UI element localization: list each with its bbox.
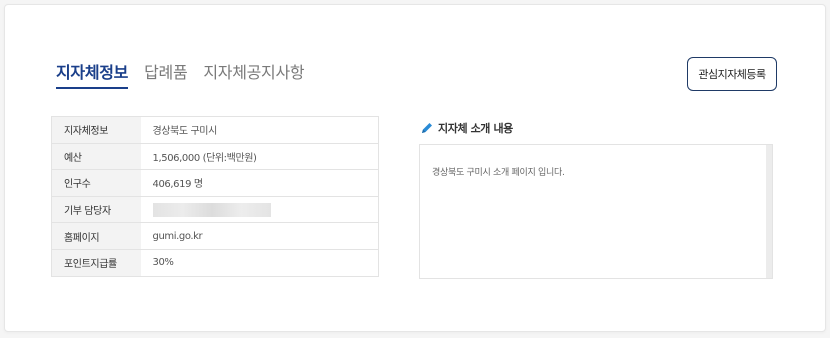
row-label: 인구수 <box>51 169 141 197</box>
row-value: gumi.go.kr <box>140 222 379 250</box>
table-row: 포인트지급률 30% <box>51 249 379 277</box>
tab-gifts[interactable]: 답례품 <box>144 63 188 89</box>
row-value: 30% <box>152 257 174 269</box>
intro-content-box[interactable]: 경상북도 구미시 소개 페이지 입니다. <box>419 144 773 279</box>
tab-region-info[interactable]: 지자체정보 <box>56 63 128 89</box>
row-label: 홈페이지 <box>51 222 141 250</box>
row-label: 기부 담당자 <box>51 196 141 224</box>
table-row: 예산 1,506,000 (단위:백만원) <box>51 143 379 171</box>
table-row: 홈페이지 gumi.go.kr <box>51 222 379 250</box>
intro-text: 경상북도 구미시 소개 페이지 입니다. <box>432 168 565 178</box>
row-value: 경상북도 구미시 <box>140 116 379 144</box>
intro-heading: 지자체 소개 내용 <box>420 120 513 136</box>
table-row: 인구수 406,619 명 <box>51 169 379 197</box>
add-favorite-region-button[interactable]: 관심지자체등록 <box>687 57 777 91</box>
pencil-icon <box>422 123 432 133</box>
redacted-contact <box>152 202 271 217</box>
row-value: 1,506,000 (단위:백만원) <box>140 143 379 171</box>
intro-heading-text: 지자체 소개 내용 <box>438 122 513 135</box>
table-row: 기부 담당자 <box>51 196 379 224</box>
tab-notices[interactable]: 지자체공지사항 <box>203 63 304 89</box>
row-label: 포인트지급률 <box>51 249 141 277</box>
tab-bar: 지자체정보 답례품 지자체공지사항 <box>56 63 320 89</box>
row-value <box>140 196 379 224</box>
region-info-table: 지자체정보 경상북도 구미시 예산 1,506,000 (단위:백만원) 인구수… <box>51 116 379 277</box>
row-label: 지자체정보 <box>51 116 141 144</box>
row-value: 406,619 명 <box>140 169 379 197</box>
scrollbar[interactable] <box>766 145 772 278</box>
table-row: 지자체정보 경상북도 구미시 <box>51 116 379 144</box>
row-label: 예산 <box>51 143 141 171</box>
